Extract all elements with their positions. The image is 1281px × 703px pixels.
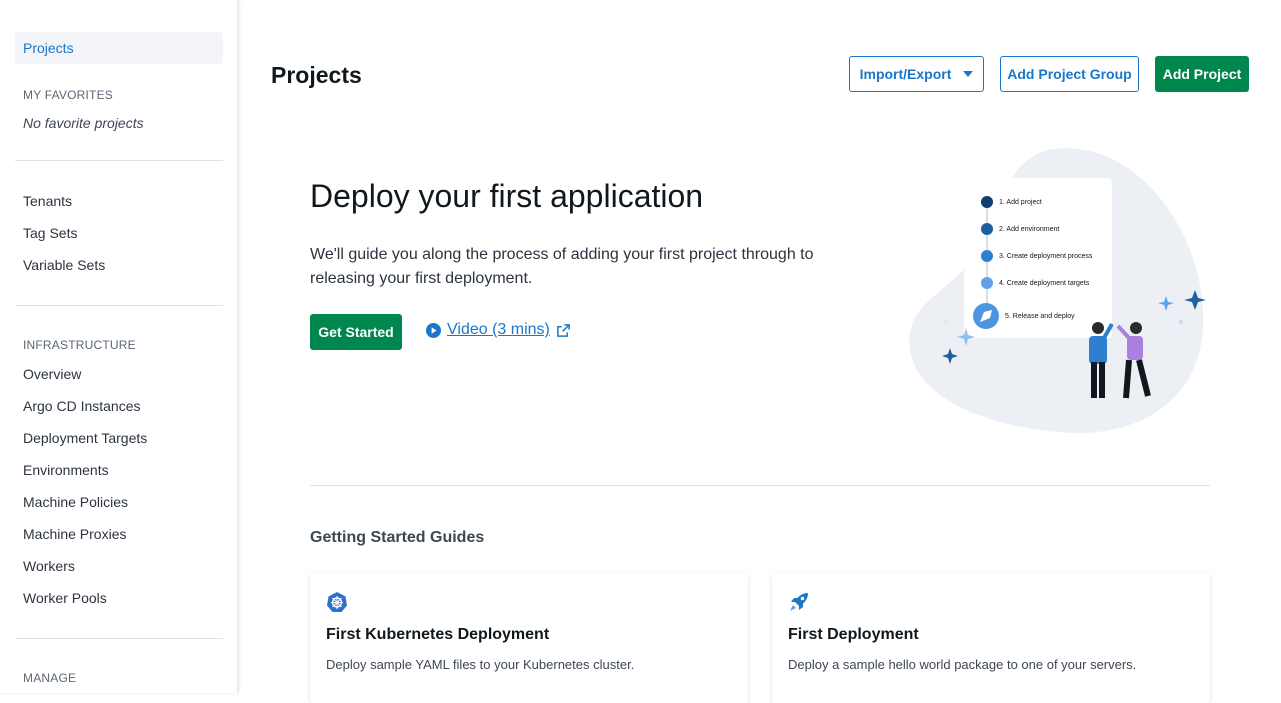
step-1-label: 1. Add project — [999, 199, 1042, 206]
page-title: Projects — [271, 62, 362, 88]
card-title: First Kubernetes Deployment — [326, 626, 550, 643]
main-content: Projects Import/Export Add Project Group… — [238, 0, 1281, 703]
step-3-label: 3. Create deployment process — [999, 253, 1093, 260]
get-started-button[interactable]: Get Started — [310, 314, 402, 350]
sidebar-item-projects[interactable]: Projects — [15, 32, 223, 64]
card-description: Deploy a sample hello world package to o… — [788, 657, 1137, 672]
card-title: First Deployment — [788, 626, 919, 643]
sidebar-item-deployment-targets[interactable]: Deployment Targets — [15, 422, 223, 454]
video-link-label: Video (3 mins) — [447, 321, 550, 338]
favorites-empty-text: No favorite projects — [23, 115, 144, 131]
sidebar-item-workers[interactable]: Workers — [15, 550, 223, 582]
favorites-heading: MY FAVORITES — [23, 88, 113, 102]
play-circle-icon — [426, 322, 441, 338]
sidebar-item-machine-proxies[interactable]: Machine Proxies — [15, 518, 223, 550]
sidebar-divider — [15, 638, 223, 639]
sidebar-item-variable-sets[interactable]: Variable Sets — [15, 249, 223, 281]
add-project-button[interactable]: Add Project — [1155, 56, 1249, 92]
chevron-down-icon — [963, 71, 974, 77]
add-project-group-button[interactable]: Add Project Group — [1000, 56, 1139, 92]
import-export-label: Import/Export — [859, 66, 952, 82]
rocket-icon — [790, 593, 808, 611]
sidebar-item-machine-policies[interactable]: Machine Policies — [15, 486, 223, 518]
hero-title: Deploy your first application — [310, 178, 704, 214]
sidebar: Projects MY FAVORITES No favorite projec… — [0, 0, 238, 693]
sidebar-item-argo-cd-instances[interactable]: Argo CD Instances — [15, 390, 223, 422]
step-5-label: 5. Release and deploy — [1005, 313, 1075, 320]
guides-heading: Getting Started Guides — [310, 529, 485, 546]
video-link[interactable]: Video (3 mins) — [426, 321, 571, 339]
sidebar-item-tag-sets[interactable]: Tag Sets — [15, 217, 223, 249]
sidebar-item-tenants[interactable]: Tenants — [15, 185, 223, 217]
hero-description: We'll guide you along the process of add… — [310, 246, 814, 287]
external-link-icon — [556, 323, 570, 337]
sidebar-divider — [15, 305, 223, 306]
sidebar-item-overview[interactable]: Overview — [15, 358, 223, 390]
section-divider — [310, 485, 1210, 486]
sidebar-item-environments[interactable]: Environments — [15, 454, 223, 486]
step-4-label: 4. Create deployment targets — [999, 280, 1090, 287]
infrastructure-heading: INFRASTRUCTURE — [23, 338, 136, 352]
card-description: Deploy sample YAML files to your Kuberne… — [326, 657, 635, 672]
manage-heading: MANAGE — [23, 671, 77, 685]
import-export-button[interactable]: Import/Export — [849, 56, 984, 92]
sidebar-divider — [15, 160, 223, 161]
kubernetes-icon — [327, 592, 347, 612]
guide-card-kubernetes[interactable]: First Kubernetes Deployment Deploy sampl… — [310, 573, 748, 703]
step-2-label: 2. Add environment — [999, 226, 1059, 233]
sidebar-item-worker-pools[interactable]: Worker Pools — [15, 582, 223, 614]
deploy-illustration: 1. Add project 2. Add environment 3. Cre… — [909, 148, 1206, 433]
guide-card-first-deployment[interactable]: First Deployment Deploy a sample hello w… — [772, 573, 1210, 703]
